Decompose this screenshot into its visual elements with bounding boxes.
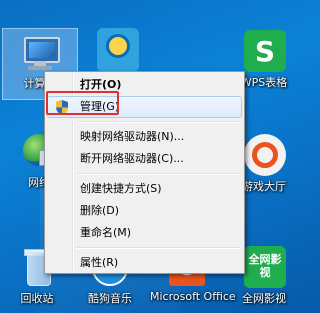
menu-item-delete[interactable]: 删除(D) (47, 200, 242, 222)
menu-item-label: 属性(R) (80, 256, 119, 269)
menu-item-label: 管理(G) (80, 100, 120, 113)
menu-item-label: 断开网络驱动器(C)... (80, 152, 184, 165)
computer-icon (18, 29, 62, 73)
menu-separator (77, 173, 240, 175)
desktop-icon-label: Microsoft Office (150, 290, 236, 303)
menu-item-label: 删除(D) (80, 204, 120, 217)
menu-separator (77, 247, 240, 249)
wps-icon: S (242, 28, 286, 72)
desktop-icon-label: 全网影视 (242, 292, 286, 305)
desktop-icon-label: 酷狗音乐 (88, 292, 132, 305)
menu-item-manage[interactable]: 管理(G) (47, 96, 242, 118)
menu-item-label: 创建快捷方式(S) (80, 182, 162, 195)
menu-item-label: 重命名(M) (80, 226, 132, 239)
menu-item-properties[interactable]: 属性(R) (47, 252, 242, 274)
menu-item-label: 映射网络驱动器(N)... (80, 130, 185, 143)
menu-item-map-network-drive[interactable]: 映射网络驱动器(N)... (47, 126, 242, 148)
menu-item-label: 打开(O) (80, 78, 122, 91)
uac-shield-icon (56, 100, 68, 115)
game-center-icon (242, 132, 286, 176)
menu-item-disconnect-network-drive[interactable]: 断开网络驱动器(C)... (47, 148, 242, 170)
menu-item-create-shortcut[interactable]: 创建快捷方式(S) (47, 178, 242, 200)
context-menu: 打开(O) 管理(G) 映射网络驱动器(N)... 断开网络驱动器(C)... … (44, 71, 245, 274)
menu-item-open[interactable]: 打开(O) (47, 74, 242, 96)
desktop-icon-app[interactable] (80, 28, 154, 74)
app-mascot-icon (95, 28, 139, 72)
menu-item-rename[interactable]: 重命名(M) (47, 222, 242, 244)
quanwang-yingshi-icon: 全网影视 (242, 244, 286, 288)
menu-separator (77, 121, 240, 123)
desktop-icon-label: 回收站 (20, 292, 54, 305)
